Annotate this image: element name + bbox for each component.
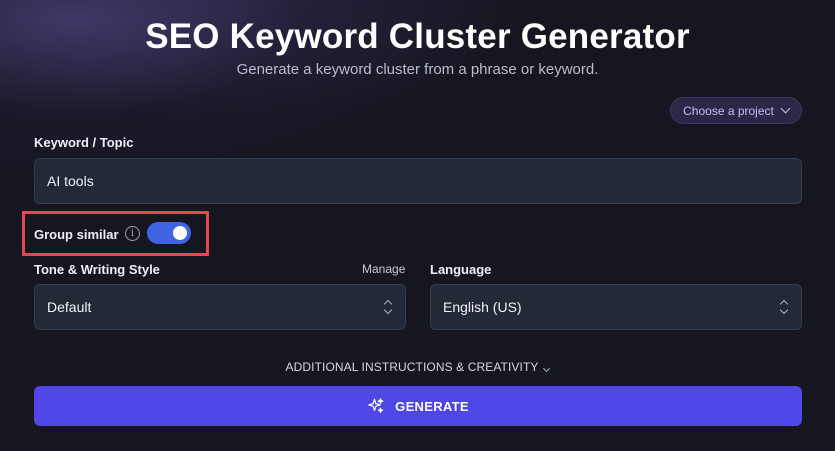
keyword-input[interactable]: AI tools — [34, 158, 802, 204]
select-arrows-icon — [383, 299, 393, 315]
language-select-value: English (US) — [443, 299, 522, 315]
tone-label: Tone & Writing Style — [34, 262, 160, 277]
choose-project-label: Choose a project — [683, 103, 774, 118]
tone-select-value: Default — [47, 299, 92, 315]
chevron-down-icon — [543, 364, 551, 373]
page: SEO Keyword Cluster Generator Generate a… — [0, 0, 835, 451]
generate-label: GENERATE — [395, 398, 469, 414]
keyword-label: Keyword / Topic — [34, 135, 134, 150]
generate-button[interactable]: GENERATE — [34, 386, 802, 426]
keyword-input-value: AI tools — [47, 173, 94, 189]
info-icon[interactable]: i — [125, 226, 140, 241]
additional-instructions-toggle[interactable]: ADDITIONAL INSTRUCTIONS & CREATIVITY — [0, 360, 835, 374]
toggle-knob — [173, 226, 187, 240]
language-label: Language — [430, 262, 492, 277]
language-select[interactable]: English (US) — [430, 284, 802, 330]
chevron-down-icon — [780, 103, 791, 114]
additional-instructions-label: ADDITIONAL INSTRUCTIONS & CREATIVITY — [285, 360, 539, 374]
choose-project-button[interactable]: Choose a project — [670, 97, 802, 124]
page-title: SEO Keyword Cluster Generator — [145, 17, 690, 56]
group-similar-label: Group similar — [34, 227, 119, 242]
sparkles-icon — [368, 398, 384, 413]
select-arrows-icon — [779, 299, 789, 315]
page-subtitle: Generate a keyword cluster from a phrase… — [236, 61, 599, 78]
manage-link[interactable]: Manage — [362, 262, 405, 276]
tone-select[interactable]: Default — [34, 284, 406, 330]
group-similar-toggle[interactable] — [147, 222, 191, 244]
